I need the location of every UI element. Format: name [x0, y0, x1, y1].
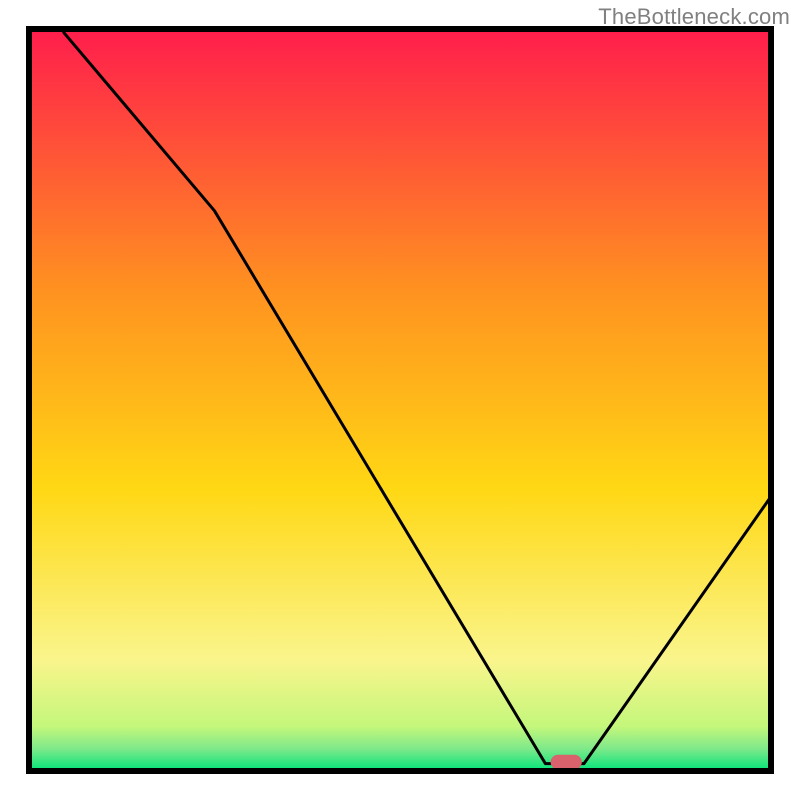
chart-svg	[0, 0, 800, 800]
plot-background	[29, 29, 771, 771]
chart-stage: TheBottleneck.com	[0, 0, 800, 800]
optimal-marker	[551, 755, 582, 770]
attribution-text: TheBottleneck.com	[598, 4, 790, 30]
